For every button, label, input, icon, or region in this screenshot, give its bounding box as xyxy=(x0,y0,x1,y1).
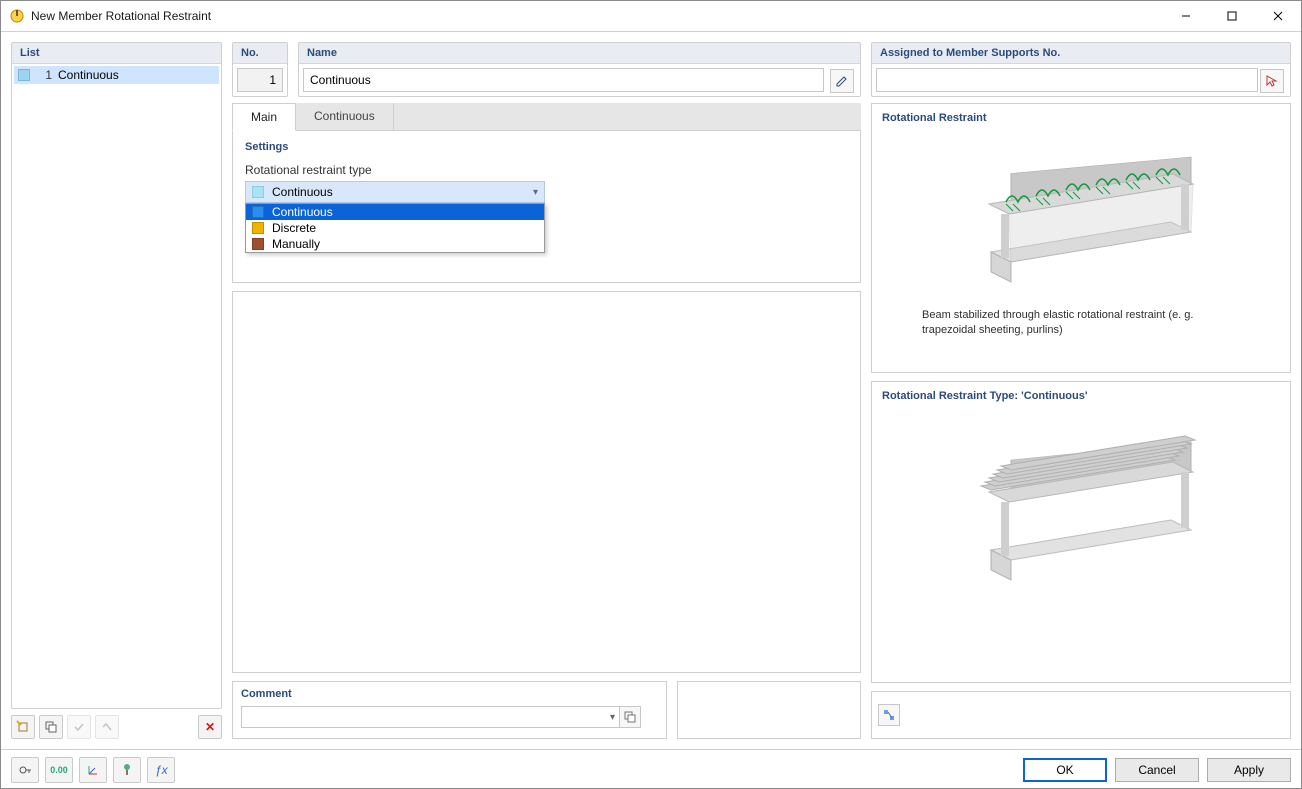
copy-icon xyxy=(624,711,636,723)
name-input[interactable] xyxy=(303,68,824,92)
list-item-swatch-icon xyxy=(18,69,30,81)
window-title: New Member Rotational Restraint xyxy=(31,9,1163,23)
diagram-icon xyxy=(882,708,896,722)
svg-text:ƒx: ƒx xyxy=(155,763,168,777)
list-header: List xyxy=(12,43,221,64)
assigned-label: Assigned to Member Supports No. xyxy=(872,43,1290,64)
dropdown-option-continuous[interactable]: Continuous xyxy=(246,204,544,220)
minimize-button[interactable] xyxy=(1163,1,1209,31)
option-swatch-icon xyxy=(252,206,264,218)
cancel-button[interactable]: Cancel xyxy=(1115,758,1199,782)
restraint-type-combobox[interactable]: Continuous ▾ Continuous Discrete xyxy=(245,181,545,203)
delete-button[interactable]: ✕ xyxy=(198,715,222,739)
rotational-restraint-title: Rotational Restraint xyxy=(882,112,1280,124)
no-input[interactable] xyxy=(237,68,283,92)
settings-title: Settings xyxy=(245,141,848,153)
ok-button[interactable]: OK xyxy=(1023,758,1107,782)
function-icon: ƒx xyxy=(154,763,168,777)
option-swatch-icon xyxy=(252,222,264,234)
close-button[interactable] xyxy=(1255,1,1301,31)
dropdown-option-discrete[interactable]: Discrete xyxy=(246,220,544,236)
script-button[interactable]: ƒx xyxy=(147,757,175,783)
pick-member-button[interactable] xyxy=(1260,69,1284,93)
list-item[interactable]: 1 Continuous xyxy=(14,66,219,84)
help-button[interactable] xyxy=(11,757,39,783)
no-label: No. xyxy=(233,43,287,64)
chevron-down-icon: ▾ xyxy=(533,187,538,198)
view-button[interactable] xyxy=(113,757,141,783)
apply-button[interactable]: Apply xyxy=(1207,758,1291,782)
tab-main[interactable]: Main xyxy=(232,103,296,131)
units-button[interactable]: 0.00 xyxy=(45,757,73,783)
chevron-down-icon[interactable]: ▾ xyxy=(610,712,615,723)
comment-side-panel xyxy=(677,681,861,739)
rotational-restraint-description: Beam stabilized through elastic rotation… xyxy=(882,308,1280,338)
cursor-pick-icon xyxy=(1265,74,1279,88)
include-button xyxy=(67,715,91,739)
app-icon xyxy=(9,8,25,24)
list-item-label: Continuous xyxy=(58,68,119,82)
comment-copy-button[interactable] xyxy=(619,706,641,728)
restraint-type-dropdown: Continuous Discrete Manually xyxy=(245,203,545,253)
title-bar: New Member Rotational Restraint xyxy=(1,1,1301,32)
preview-settings-button[interactable] xyxy=(878,704,900,726)
exclude-button xyxy=(95,715,119,739)
key-icon xyxy=(18,763,32,777)
comment-title: Comment xyxy=(241,688,658,700)
option-swatch-icon xyxy=(252,238,264,250)
name-label: Name xyxy=(299,43,860,64)
tab-continuous[interactable]: Continuous xyxy=(296,103,394,130)
list-body: 1 Continuous xyxy=(12,64,221,708)
pencil-icon xyxy=(835,74,849,88)
comment-input[interactable] xyxy=(241,706,628,728)
assigned-input[interactable] xyxy=(876,68,1258,92)
dropdown-option-manually[interactable]: Manually xyxy=(246,236,544,252)
new-item-button[interactable] xyxy=(11,715,35,739)
selected-option-label: Continuous xyxy=(272,185,333,199)
axis-icon xyxy=(86,763,100,777)
coordinate-button[interactable] xyxy=(79,757,107,783)
empty-panel xyxy=(232,291,861,673)
tab-row: Main Continuous xyxy=(232,103,861,131)
edit-name-button[interactable] xyxy=(830,69,854,93)
restraint-type-title: Rotational Restraint Type: 'Continuous' xyxy=(882,390,1280,402)
beam-elastic-restraint-illustration xyxy=(951,132,1211,302)
tree-icon xyxy=(120,763,134,777)
restraint-type-label: Rotational restraint type xyxy=(245,163,848,177)
maximize-button[interactable] xyxy=(1209,1,1255,31)
selected-swatch-icon xyxy=(252,186,264,198)
list-item-number: 1 xyxy=(36,68,52,82)
copy-item-button[interactable] xyxy=(39,715,63,739)
beam-continuous-sheeting-illustration xyxy=(951,410,1211,600)
